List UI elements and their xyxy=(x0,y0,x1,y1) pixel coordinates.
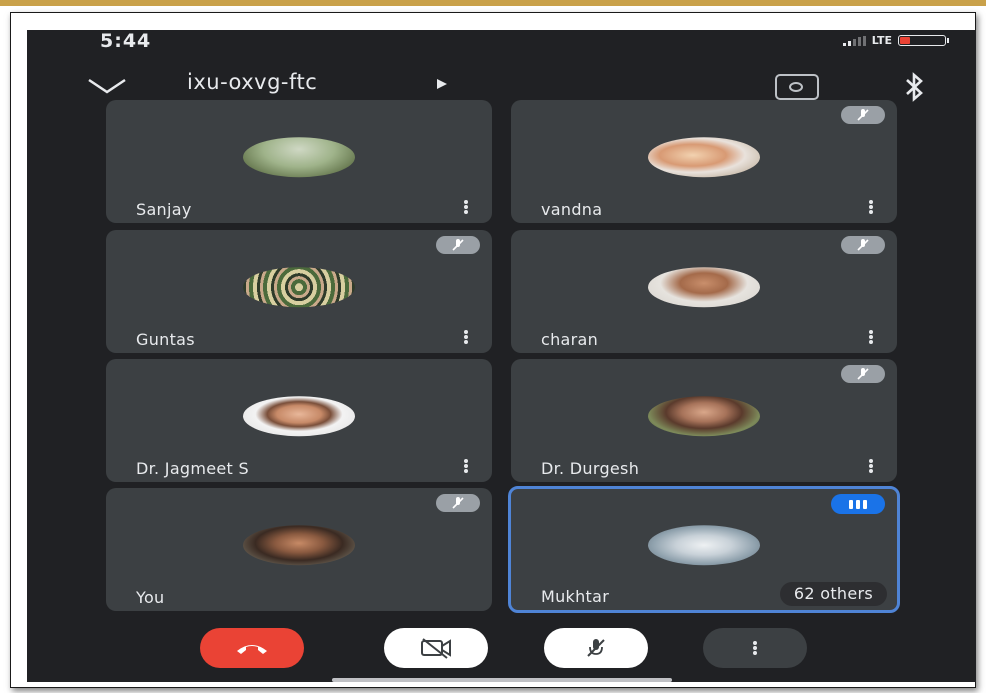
participant-name: Guntas xyxy=(136,330,195,349)
avatar xyxy=(648,524,760,565)
bluetooth-icon[interactable] xyxy=(904,72,926,102)
participant-tile[interactable]: Sanjay xyxy=(106,100,492,223)
participant-tile[interactable]: Dr. Jagmeet S xyxy=(106,359,492,482)
more-vert-icon[interactable] xyxy=(869,459,873,473)
participant-name: Mukhtar xyxy=(541,587,610,606)
mic-off-icon xyxy=(841,106,885,124)
meet-call-screen: 5:44 LTE ixu-oxvg-ftc Sanjay vandna Gunt… xyxy=(27,30,976,682)
chevron-down-icon[interactable] xyxy=(87,76,127,96)
status-time: 5:44 xyxy=(100,30,152,52)
camera-off-icon xyxy=(421,638,451,659)
more-options-button[interactable] xyxy=(703,628,807,668)
more-vert-icon[interactable] xyxy=(464,330,468,344)
mic-off-icon xyxy=(436,236,480,254)
participant-name: Dr. Durgesh xyxy=(541,459,640,478)
avatar xyxy=(648,266,760,307)
end-call-icon xyxy=(237,645,267,654)
avatar xyxy=(648,395,760,436)
more-vert-icon[interactable] xyxy=(869,200,873,214)
more-vert-icon[interactable] xyxy=(464,459,468,473)
participant-name: Sanjay xyxy=(136,200,192,219)
more-vert-icon[interactable] xyxy=(464,200,468,214)
others-count-button[interactable]: 62 others xyxy=(779,582,887,606)
participant-name: Dr. Jagmeet S xyxy=(136,459,249,478)
network-type: LTE xyxy=(871,34,892,47)
end-call-button[interactable] xyxy=(200,628,304,668)
participant-tile[interactable]: Guntas xyxy=(106,230,492,353)
avatar xyxy=(648,136,760,177)
mic-off-icon xyxy=(436,494,480,512)
camera-switch-icon[interactable] xyxy=(775,74,819,100)
mic-toggle-button[interactable] xyxy=(544,628,648,668)
home-indicator xyxy=(332,678,672,682)
mic-off-icon xyxy=(587,639,605,657)
mic-off-icon xyxy=(841,365,885,383)
more-vert-icon[interactable] xyxy=(869,330,873,344)
participant-tile[interactable]: You xyxy=(106,488,492,611)
meeting-code[interactable]: ixu-oxvg-ftc xyxy=(187,70,317,94)
participant-name: vandna xyxy=(541,200,603,219)
signal-icon xyxy=(842,35,866,46)
participant-name: charan xyxy=(541,330,599,349)
mic-off-icon xyxy=(841,236,885,254)
top-decorative-rule xyxy=(0,0,986,6)
participant-tile[interactable]: Dr. Durgesh xyxy=(511,359,897,482)
participant-tile[interactable]: charan xyxy=(511,230,897,353)
avatar xyxy=(243,395,355,436)
battery-icon xyxy=(898,35,949,46)
avatar xyxy=(243,136,355,177)
participant-tile-speaking[interactable]: Mukhtar 62 others xyxy=(508,486,900,613)
status-indicators: LTE xyxy=(842,34,949,47)
participant-name: You xyxy=(136,588,165,607)
camera-toggle-button[interactable] xyxy=(384,628,488,668)
participant-tile[interactable]: vandna xyxy=(511,100,897,223)
audio-level-icon xyxy=(831,494,885,514)
play-arrow-icon[interactable] xyxy=(436,78,448,90)
avatar xyxy=(243,266,355,307)
avatar xyxy=(243,524,355,565)
more-vert-icon xyxy=(753,641,757,655)
